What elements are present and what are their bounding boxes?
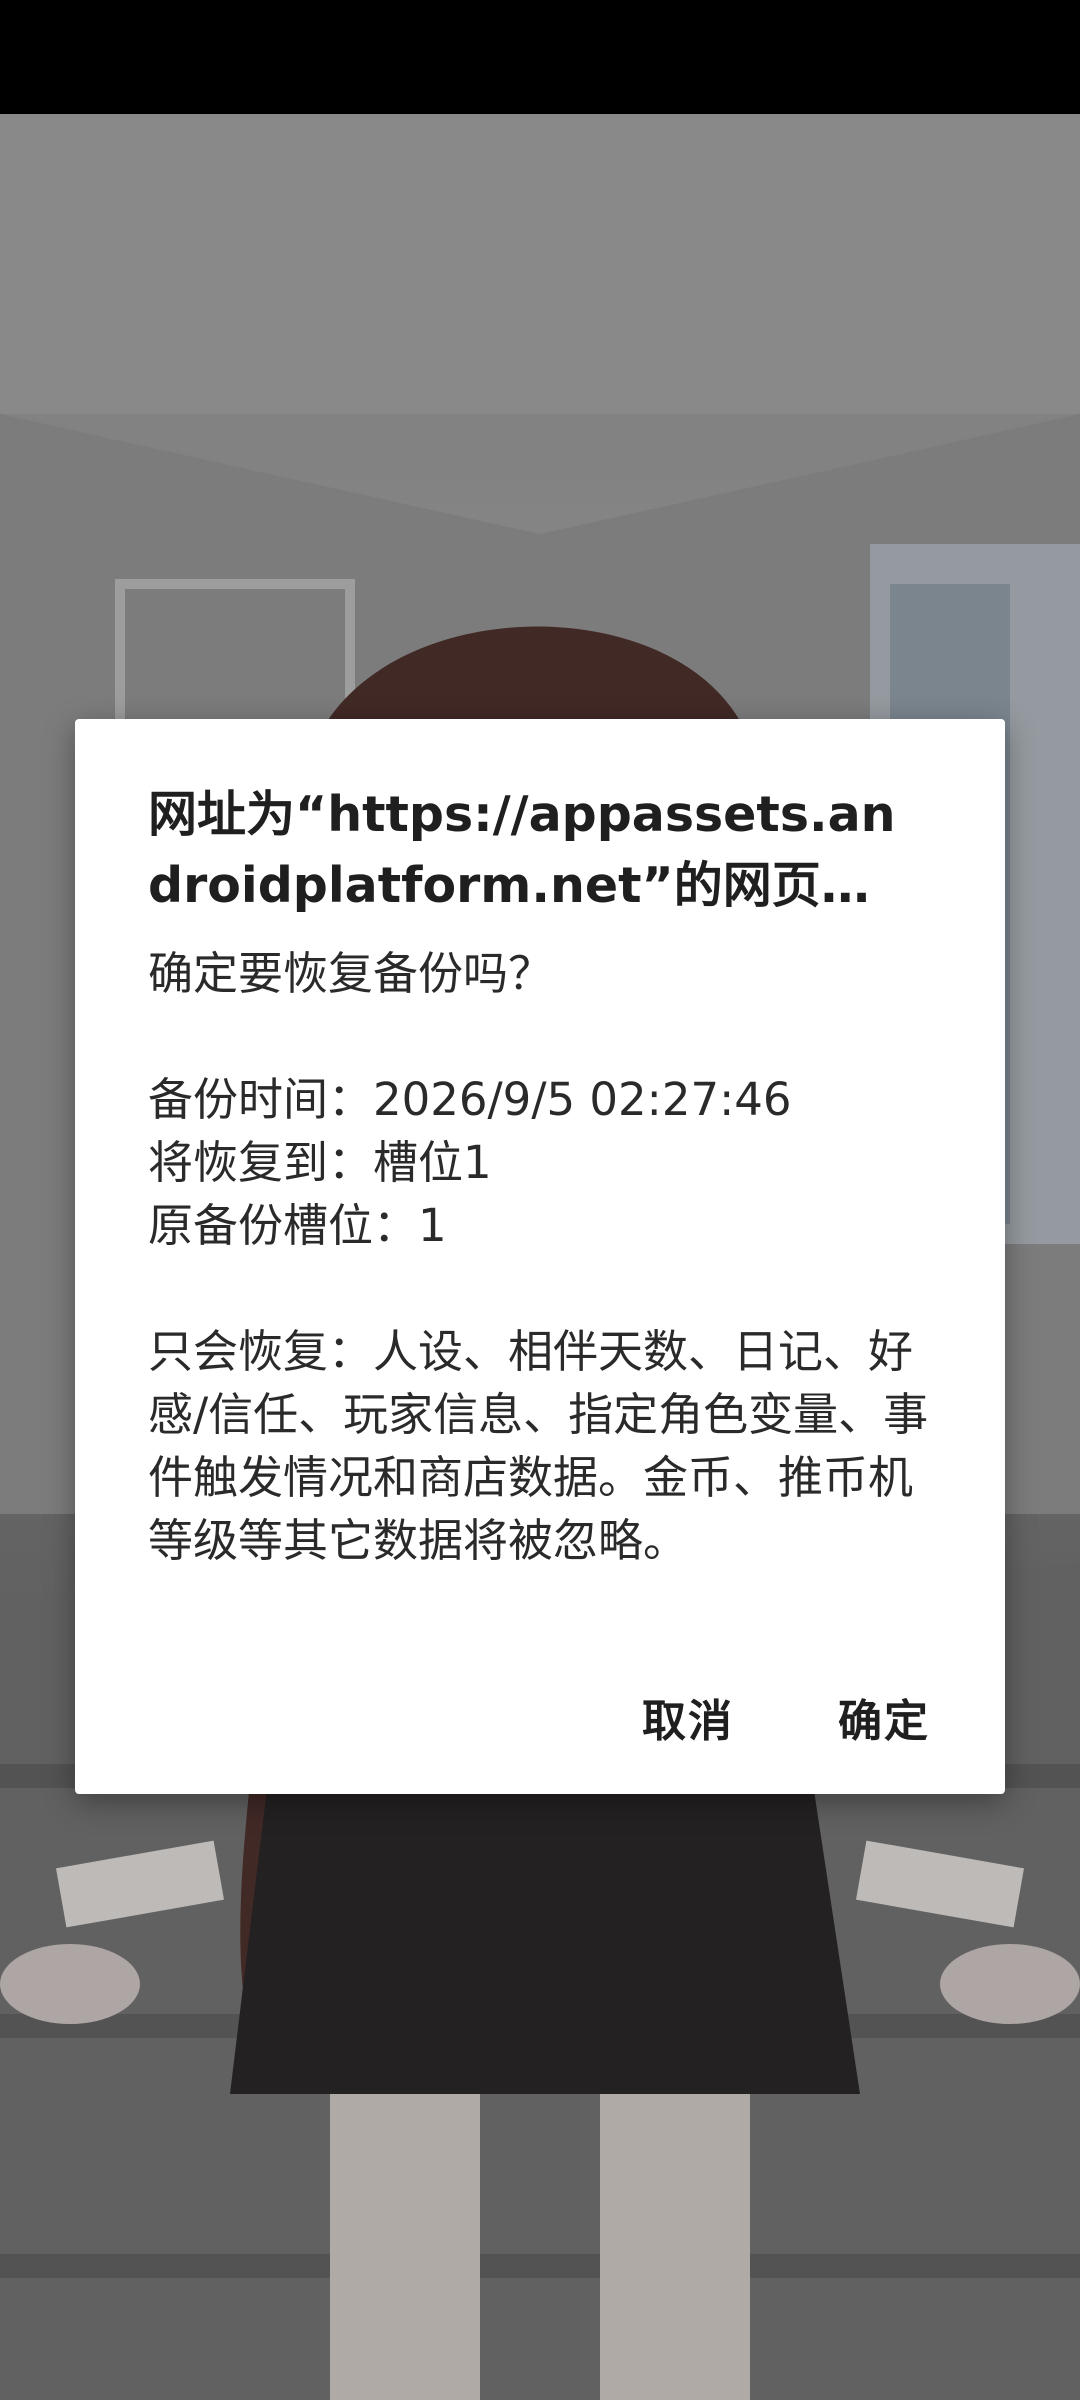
status-bar (0, 0, 1080, 114)
dialog-title: 网址为“https://appassets.androidplatform.ne… (148, 786, 896, 914)
dialog-actions: 取消 确定 (642, 1677, 930, 1757)
confirm-button[interactable]: 确定 (838, 1677, 930, 1757)
dialog-message: 确定要恢复备份吗？ 备份时间：2026/9/5 02:27:46 将恢复到：槽位… (148, 947, 929, 1567)
confirm-restore-dialog: 网址为“https://appassets.androidplatform.ne… (75, 719, 1005, 1794)
cancel-button[interactable]: 取消 (642, 1677, 734, 1757)
